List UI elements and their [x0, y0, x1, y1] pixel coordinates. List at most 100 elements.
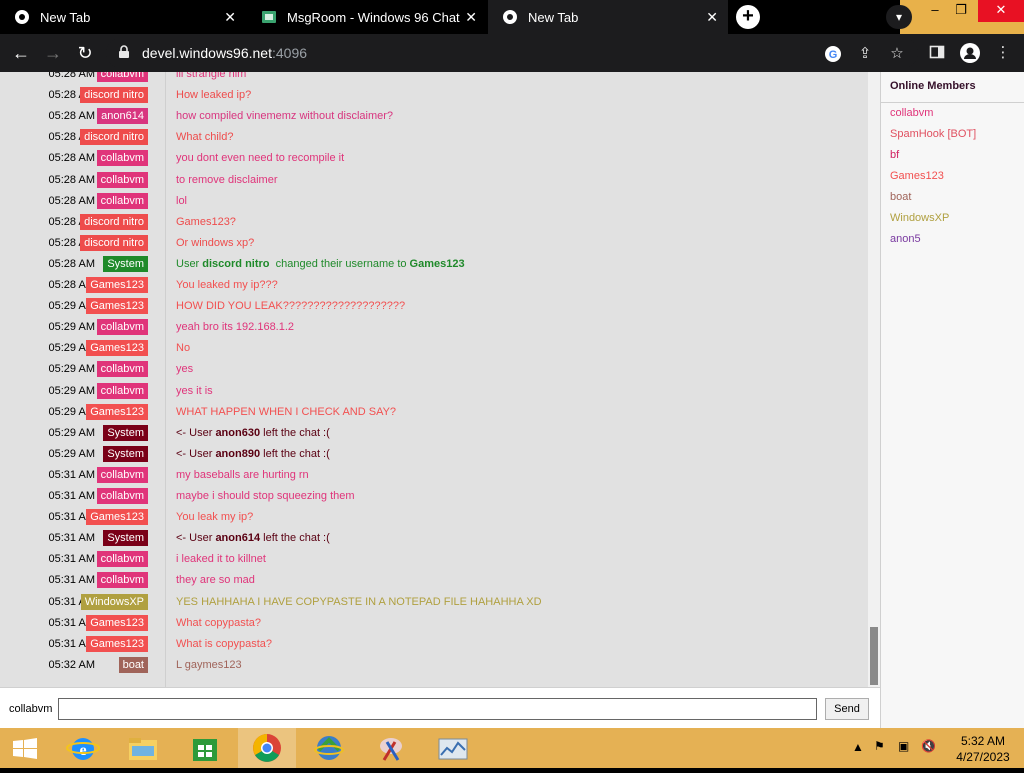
message-username-badge[interactable]: WindowsXP	[80, 593, 148, 610]
system-text: <- User	[176, 532, 216, 545]
forward-button[interactable]: →	[42, 42, 64, 64]
close-window-button[interactable]: ✕	[978, 0, 1024, 22]
start-button[interactable]	[0, 728, 50, 768]
message-username-badge[interactable]: collabvm	[96, 572, 148, 589]
lock-icon[interactable]	[118, 45, 130, 59]
chat-message: 05:31 AM collabvm they are so mad	[0, 570, 860, 591]
store-icon[interactable]	[176, 728, 234, 768]
close-tab-icon[interactable]: ✕	[706, 9, 718, 25]
member-item[interactable]: bf	[881, 145, 1024, 166]
omnibox[interactable]: devel.windows96.net:4096 G ⇪ ☆	[106, 38, 918, 68]
internet-explorer-icon[interactable]: e	[54, 728, 112, 768]
member-item[interactable]: collabvm	[881, 103, 1024, 124]
taskbar-clock[interactable]: 5:32 AM 4/27/2023	[948, 733, 1018, 765]
google-lens-icon[interactable]: G	[824, 45, 842, 63]
message-username-badge[interactable]: Games123	[86, 340, 148, 357]
message-username-badge[interactable]: Games123	[86, 635, 148, 652]
message-text: you dont even need to recompile it	[176, 152, 345, 165]
message-username-badge[interactable]: collabvm	[96, 319, 148, 336]
chat-log[interactable]: 05:28 AM collabvm ill strangle him 05:28 AM…	[0, 72, 868, 687]
reload-button[interactable]: ↻	[74, 42, 96, 64]
message-username-badge[interactable]: boat	[118, 656, 148, 673]
profile-avatar-icon[interactable]	[960, 43, 980, 63]
tab-msgroom[interactable]: MsgRoom - Windows 96 Chat ✕	[247, 0, 487, 34]
member-item[interactable]: Games123	[881, 166, 1024, 187]
close-tab-icon[interactable]: ✕	[465, 9, 477, 25]
chat-scrollbar[interactable]	[868, 72, 880, 687]
volume-muted-icon[interactable]: 🔇	[921, 739, 936, 753]
message-username-badge[interactable]: System	[103, 255, 148, 272]
chrome-taskbar-icon[interactable]	[238, 728, 296, 768]
tab-new-tab-2[interactable]: New Tab ✕	[488, 0, 728, 34]
member-item[interactable]: SpamHook [BOT]	[881, 124, 1024, 145]
share-icon[interactable]: ⇪	[856, 45, 874, 63]
message-username-badge[interactable]: discord nitro	[80, 213, 148, 230]
side-panel-icon[interactable]	[928, 44, 946, 62]
message-timestamp: 05:28 AM	[48, 152, 95, 165]
tray-overflow-icon[interactable]: ▲	[852, 740, 864, 754]
chat-message: 05:28 AM discord nitro Or windows xp?	[0, 233, 860, 254]
system-text: <- User	[176, 447, 216, 460]
url-port: :4096	[271, 45, 308, 61]
current-nickname[interactable]: collabvm	[9, 703, 52, 715]
message-username-badge[interactable]: Games123	[86, 614, 148, 631]
scrollbar-thumb[interactable]	[870, 627, 878, 685]
message-username-badge[interactable]: collabvm	[96, 488, 148, 504]
message-username-badge[interactable]: Games123	[86, 277, 148, 293]
system-monitor-icon[interactable]	[424, 728, 482, 768]
message-username-badge[interactable]: Games123	[86, 298, 148, 315]
message-username-badge[interactable]: collabvm	[96, 150, 148, 167]
message-username-badge[interactable]: Games123	[86, 403, 148, 420]
bookmark-star-icon[interactable]: ☆	[888, 45, 906, 63]
message-username-badge[interactable]: discord nitro	[80, 87, 148, 104]
message-text: i leaked it to killnet	[176, 553, 266, 566]
network-icon[interactable]: ▣	[898, 739, 909, 753]
message-username-badge[interactable]: collabvm	[96, 72, 148, 82]
member-item[interactable]: boat	[881, 187, 1024, 208]
message-timestamp: 05:31 AM	[48, 553, 95, 566]
url-host: devel.windows96.net	[142, 45, 272, 61]
chat-message: 05:31 AM Games123 You leak my ip?	[0, 507, 860, 528]
back-button[interactable]: ←	[10, 42, 32, 64]
tab-new-tab-1[interactable]: New Tab ✕	[0, 0, 246, 34]
kebab-menu-icon[interactable]: ⋮	[994, 44, 1012, 62]
paint-tool-icon[interactable]	[362, 728, 420, 768]
action-center-flag-icon[interactable]: ⚑	[874, 739, 885, 753]
message-text: lol	[176, 194, 188, 207]
message-username-badge[interactable]: System	[103, 445, 148, 462]
message-username-badge[interactable]: collabvm	[96, 466, 148, 483]
message-username-badge[interactable]: anon614	[97, 108, 148, 125]
message-username-badge[interactable]: discord nitro	[80, 234, 148, 251]
member-item[interactable]: anon5	[881, 229, 1024, 250]
message-timestamp: 05:31 AM	[48, 468, 95, 481]
message-text: What is copypasta?	[176, 637, 272, 650]
message-text: my baseballs are hurting rn	[176, 468, 309, 481]
member-item[interactable]: WindowsXP	[881, 208, 1024, 229]
message-username-badge[interactable]: collabvm	[96, 171, 148, 188]
message-username-badge[interactable]: collabvm	[96, 192, 148, 209]
message-username-badge[interactable]: System	[103, 530, 148, 547]
file-explorer-icon[interactable]	[114, 728, 172, 768]
new-tab-button[interactable]: +	[736, 5, 760, 29]
url-text[interactable]: devel.windows96.net:4096	[142, 45, 307, 61]
message-timestamp: 05:32 AM	[48, 658, 95, 671]
composer: collabvm Send	[0, 687, 880, 728]
chat-message: 05:29 AM Games123 HOW DID YOU LEAK????????…	[0, 296, 860, 317]
restore-button[interactable]: ❐	[946, 0, 976, 22]
message-input[interactable]	[58, 698, 817, 720]
tab-search-button[interactable]: ▾	[886, 5, 912, 29]
chrome-icon	[14, 9, 30, 25]
send-button[interactable]: Send	[825, 698, 869, 720]
chat-message: 05:31 AM System <- User anon614 left the c…	[0, 528, 860, 549]
download-manager-icon[interactable]	[300, 728, 358, 768]
message-username-badge[interactable]: collabvm	[96, 382, 148, 399]
message-text: YES HAHHAHA I HAVE COPYPASTE IN A NOTEPA…	[176, 595, 542, 608]
close-tab-icon[interactable]: ✕	[224, 9, 236, 25]
chat-message: 05:32 AM boat L gaymes123	[0, 655, 860, 676]
message-username-badge[interactable]: collabvm	[96, 361, 148, 378]
message-username-badge[interactable]: System	[103, 424, 148, 441]
message-text: Or windows xp?	[176, 236, 255, 249]
message-username-badge[interactable]: Games123	[86, 509, 148, 526]
message-username-badge[interactable]: collabvm	[96, 551, 148, 568]
message-username-badge[interactable]: discord nitro	[80, 129, 148, 146]
